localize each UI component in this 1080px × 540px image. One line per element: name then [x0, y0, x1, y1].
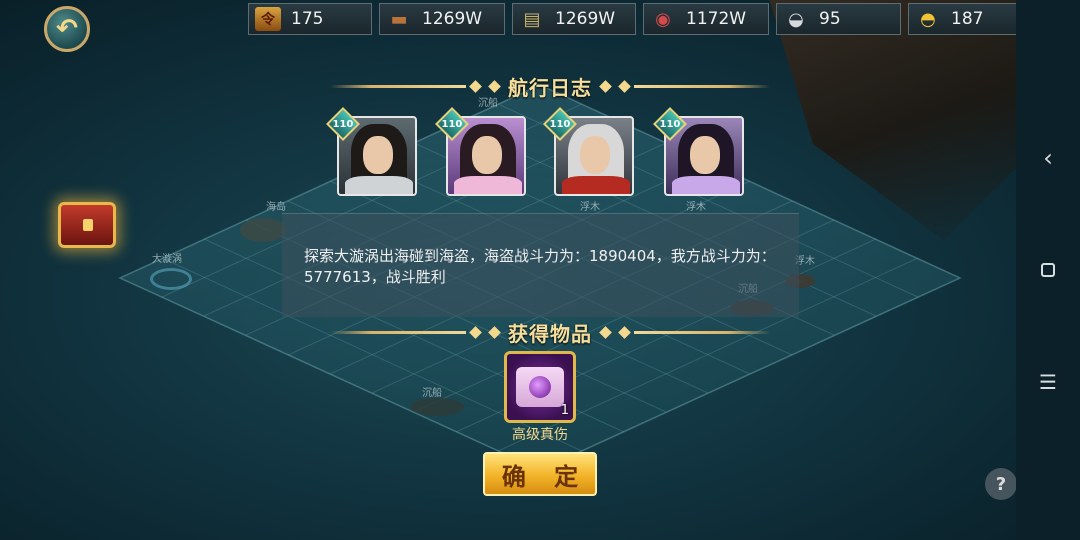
reward-item-name: 高级真伤 [512, 427, 568, 443]
money-icon: ▤ [523, 8, 541, 30]
diamond-ornament-icon [488, 325, 501, 339]
confirm-button[interactable]: 确 定 [483, 452, 597, 496]
rewards-title: 获得物品 [508, 321, 592, 346]
battle-message-text: 探索大漩涡出海碰到海盗，海盗战斗力为：1890404，我方战斗力为：577761… [304, 247, 776, 286]
gold-icon: ◓ [920, 8, 936, 30]
rewards-header: 获得物品 [330, 318, 770, 346]
resource-silver[interactable]: ◒ 95 [776, 3, 901, 35]
resource-value: 95 [819, 9, 841, 29]
resource-value: 1172W [686, 9, 747, 29]
resource-money[interactable]: ▤ 1269W [512, 3, 636, 35]
resource-wood[interactable]: ▬ 1269W [379, 3, 505, 35]
resource-value: 1269W [422, 9, 483, 29]
voyage-log-header: 航行日志 [330, 72, 770, 100]
resource-value: 187 [951, 9, 984, 29]
map-label: 沉船 [422, 388, 442, 399]
nav-home-button[interactable] [1016, 250, 1080, 290]
voyage-log-title: 航行日志 [508, 75, 592, 100]
resource-token[interactable]: 令 175 [248, 3, 372, 35]
resource-meat[interactable]: ◉ 1172W [643, 3, 769, 35]
map-label: 浮木 [686, 202, 706, 213]
map-label: 浮木 [580, 202, 600, 213]
map-label: 大漩涡 [152, 254, 182, 265]
map-label: 海岛 [266, 202, 286, 213]
diamond-ornament-icon [618, 325, 631, 339]
system-nav-bar: ‹ ☰ [1016, 0, 1080, 540]
back-button[interactable]: ↶ [44, 6, 90, 52]
diamond-ornament-icon [599, 325, 612, 339]
token-icon: 令 [255, 7, 281, 31]
wood-icon: ▬ [390, 8, 408, 30]
resource-gold[interactable]: ◓ 187 [908, 3, 1032, 35]
diamond-ornament-icon [618, 79, 631, 93]
meat-icon: ◉ [655, 8, 671, 30]
reward-item-slot[interactable]: 1 [504, 351, 576, 423]
item-count: 1 [560, 403, 569, 418]
island-icon [240, 218, 286, 242]
silver-icon: ◒ [788, 8, 804, 30]
diamond-ornament-icon [469, 79, 482, 93]
battle-message-panel: 探索大漩涡出海碰到海盗，海盗战斗力为：1890404，我方战斗力为：577761… [282, 213, 799, 317]
diamond-ornament-icon [469, 325, 482, 339]
back-arrow-icon: ↶ [56, 14, 78, 44]
resource-value: 1269W [555, 9, 616, 29]
home-square-icon [1041, 263, 1055, 277]
diamond-ornament-icon [599, 79, 612, 93]
nav-back-icon[interactable]: ‹ [1016, 138, 1080, 178]
scroll-icon [516, 367, 564, 407]
whirlpool-icon [150, 268, 192, 290]
nav-menu-icon[interactable]: ☰ [1016, 362, 1080, 402]
resource-value: 175 [291, 9, 324, 29]
help-button[interactable]: ? [985, 468, 1017, 500]
shipwreck-icon [410, 398, 464, 416]
diamond-ornament-icon [488, 79, 501, 93]
treasure-chest-icon[interactable] [58, 202, 116, 248]
